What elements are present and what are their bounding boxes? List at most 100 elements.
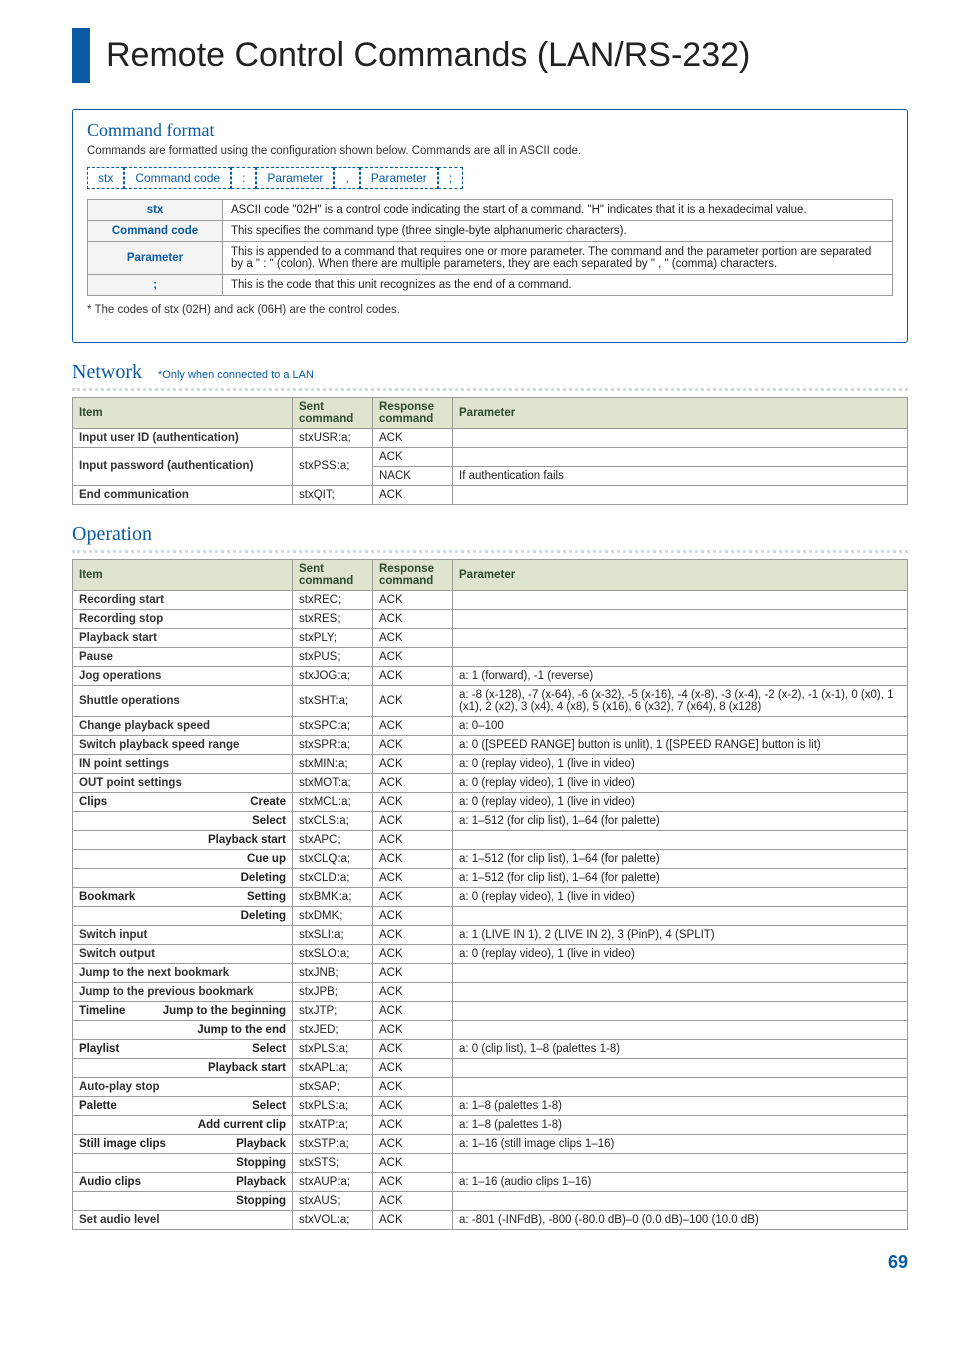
table-row: PausestxPUS;ACK (73, 647, 908, 666)
cell-resp: ACK (373, 1001, 453, 1020)
cell-resp: ACK (373, 647, 453, 666)
cell-resp: ACK (373, 1153, 453, 1172)
cell-resp: NACK (373, 466, 453, 485)
cell-item: IN point settings (73, 754, 293, 773)
cell-param (453, 485, 908, 504)
cell-item: Stopping (73, 1191, 293, 1210)
cell-item: Playback start (73, 628, 293, 647)
cell-resp: ACK (373, 1096, 453, 1115)
cell-resp: ACK (373, 849, 453, 868)
cell-param (453, 1191, 908, 1210)
cell-item: Deleting (73, 868, 293, 887)
cell-sent: stxJNB; (293, 963, 373, 982)
cell-item: Jog operations (73, 666, 293, 685)
page-number: 69 (72, 1252, 908, 1273)
network-th-resp: Response command (373, 397, 453, 428)
cell-resp: ACK (373, 1115, 453, 1134)
cell-sent: stxUSR:a; (293, 428, 373, 447)
table-row: OUT point settingsstxMOT:a;ACKa: 0 (repl… (73, 773, 908, 792)
table-row: Shuttle operationsstxSHT:a;ACKa: -8 (x-1… (73, 685, 908, 716)
command-syntax: stxCommand code:Parameter,Parameter; (87, 167, 893, 189)
cell-param: If authentication fails (453, 466, 908, 485)
cell-param (453, 428, 908, 447)
command-format-table: stxASCII code "02H" is a control code in… (87, 199, 893, 296)
table-row: Jump to the endstxJED;ACK (73, 1020, 908, 1039)
table-row: Switch outputstxSLO:a;ACKa: 0 (replay vi… (73, 944, 908, 963)
table-row: Audio clipsPlaybackstxAUP:a;ACKa: 1–16 (… (73, 1172, 908, 1191)
network-th-item: Item (73, 397, 293, 428)
cell-sent: stxJTP; (293, 1001, 373, 1020)
cell-sent: stxAUP:a; (293, 1172, 373, 1191)
table-row: Auto-play stopstxSAP;ACK (73, 1077, 908, 1096)
cell-resp: ACK (373, 1172, 453, 1191)
network-heading: Network (72, 361, 142, 384)
cell-sent: stxCLS:a; (293, 811, 373, 830)
cell-resp: ACK (373, 830, 453, 849)
cell-item: Playback start (73, 830, 293, 849)
cell-sent: stxSAP; (293, 1077, 373, 1096)
fmt-row: ;This is the code that this unit recogni… (88, 275, 893, 296)
cell-item: Jump to the end (73, 1020, 293, 1039)
table-row: PaletteSelectstxPLS:a;ACKa: 1–8 (palette… (73, 1096, 908, 1115)
cell-resp: ACK (373, 982, 453, 1001)
network-table: Item Sent command Response command Param… (72, 397, 908, 505)
cell-resp: ACK (373, 754, 453, 773)
network-section-head: Network *Only when connected to a LAN (72, 361, 908, 384)
divider-dots (72, 388, 908, 391)
table-row: StoppingstxAUS;ACK (73, 1191, 908, 1210)
cell-resp: ACK (373, 628, 453, 647)
table-row: Recording stopstxRES;ACK (73, 609, 908, 628)
cell-param (453, 647, 908, 666)
command-format-heading: Command format (87, 120, 893, 141)
cell-param: a: 1–16 (audio clips 1–16) (453, 1172, 908, 1191)
syntax-token: Parameter (360, 167, 438, 189)
cell-sent: stxVOL:a; (293, 1210, 373, 1229)
cell-item: Recording start (73, 590, 293, 609)
cell-param (453, 1153, 908, 1172)
cell-sent: stxREC; (293, 590, 373, 609)
cell-param: a: 0 (replay video), 1 (live in video) (453, 887, 908, 906)
cell-item: PaletteSelect (73, 1096, 293, 1115)
fmt-label: Parameter (88, 242, 223, 275)
cell-item: ClipsCreate (73, 792, 293, 811)
table-row: Playback startstxAPL:a;ACK (73, 1058, 908, 1077)
table-row: Add current clipstxATP:a;ACKa: 1–8 (pale… (73, 1115, 908, 1134)
cell-sent: stxRES; (293, 609, 373, 628)
cell-param (453, 830, 908, 849)
cell-resp: ACK (373, 685, 453, 716)
cell-item: PlaylistSelect (73, 1039, 293, 1058)
cell-sent: stxPLS:a; (293, 1096, 373, 1115)
operation-heading: Operation (72, 523, 152, 546)
cell-item: Jump to the next bookmark (73, 963, 293, 982)
cell-sent: stxPLS:a; (293, 1039, 373, 1058)
cell-item: OUT point settings (73, 773, 293, 792)
fmt-text: This specifies the command type (three s… (223, 221, 893, 242)
cell-param (453, 1058, 908, 1077)
cell-resp: ACK (373, 792, 453, 811)
syntax-token: Parameter (256, 167, 334, 189)
cell-sent: stxSLI:a; (293, 925, 373, 944)
fmt-row: Command codeThis specifies the command t… (88, 221, 893, 242)
table-row: BookmarkSettingstxBMK:a;ACKa: 0 (replay … (73, 887, 908, 906)
command-format-footnote: * The codes of stx (02H) and ack (06H) a… (87, 304, 893, 316)
table-row: Still image clipsPlaybackstxSTP:a;ACKa: … (73, 1134, 908, 1153)
cell-sent: stxAPC; (293, 830, 373, 849)
cell-resp: ACK (373, 1077, 453, 1096)
fmt-label: stx (88, 200, 223, 221)
cell-sent: stxAPL:a; (293, 1058, 373, 1077)
cell-sent: stxQIT; (293, 485, 373, 504)
table-row: Change playback speedstxSPC:a;ACKa: 0–10… (73, 716, 908, 735)
cell-resp: ACK (373, 716, 453, 735)
cell-sent: stxAUS; (293, 1191, 373, 1210)
cell-sent: stxPUS; (293, 647, 373, 666)
cell-param: a: 1–512 (for clip list), 1–64 (for pale… (453, 811, 908, 830)
cell-item: Select (73, 811, 293, 830)
cell-sent: stxCLD:a; (293, 868, 373, 887)
table-row: ClipsCreatestxMCL:a;ACKa: 0 (replay vide… (73, 792, 908, 811)
table-row: DeletingstxCLD:a;ACKa: 1–512 (for clip l… (73, 868, 908, 887)
table-row: Set audio levelstxVOL:a;ACKa: -801 (-INF… (73, 1210, 908, 1229)
command-format-box: Command format Commands are formatted us… (72, 109, 908, 343)
cell-param (453, 447, 908, 466)
cell-item: Switch playback speed range (73, 735, 293, 754)
cell-resp: ACK (373, 485, 453, 504)
